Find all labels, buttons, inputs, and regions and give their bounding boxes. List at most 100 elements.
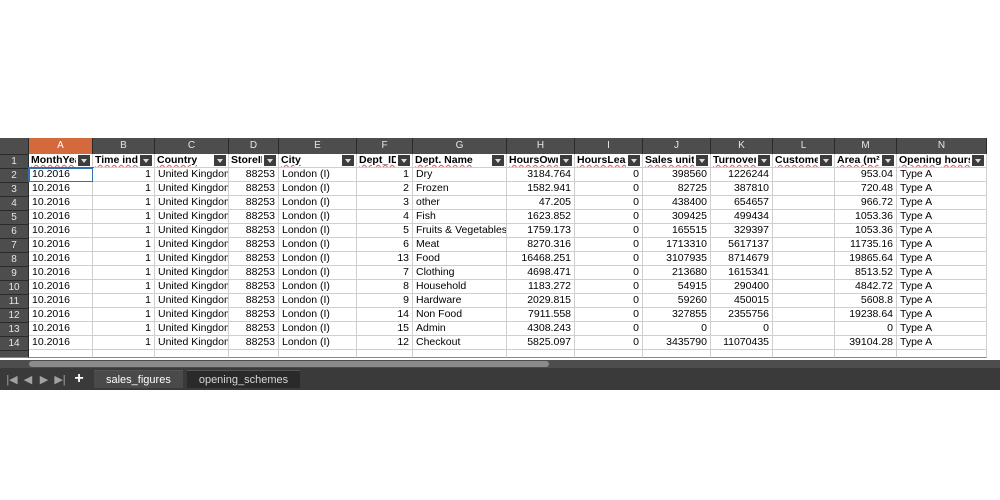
column-header-E[interactable]: E [279,138,357,154]
cell-B8[interactable]: 1 [93,252,155,266]
cell-I14[interactable]: 0 [575,336,643,350]
cell-N5[interactable]: Type A [897,210,987,224]
cell-N2[interactable]: Type A [897,168,987,182]
tab-nav-first[interactable]: |◀ [4,370,20,388]
cell-A4[interactable]: 10.2016 [29,196,93,210]
cell-I8[interactable]: 0 [575,252,643,266]
cell-B3[interactable]: 1 [93,182,155,196]
cell-C8[interactable]: United Kingdom [155,252,229,266]
header-cell-L[interactable]: Customer [773,154,835,168]
cell-E9[interactable]: London (I) [279,266,357,280]
cell-A11[interactable]: 10.2016 [29,294,93,308]
cell-L8[interactable] [773,252,835,266]
cell-M3[interactable]: 720.48 [835,182,897,196]
cell-E12[interactable]: London (I) [279,308,357,322]
header-cell-F[interactable]: Dept_ID [357,154,413,168]
cell-D6[interactable]: 88253 [229,224,279,238]
filter-dropdown-icon[interactable] [398,155,410,166]
cell-L7[interactable] [773,238,835,252]
cell-D2[interactable]: 88253 [229,168,279,182]
cell-N7[interactable]: Type A [897,238,987,252]
cell-G2[interactable]: Dry [413,168,507,182]
cell-D8[interactable]: 88253 [229,252,279,266]
cell-F5[interactable]: 4 [357,210,413,224]
cell-K4[interactable]: 654657 [711,196,773,210]
cell-E14[interactable]: London (I) [279,336,357,350]
cell-J8[interactable]: 3107935 [643,252,711,266]
cell-C6[interactable]: United Kingdom [155,224,229,238]
tab-nav-last[interactable]: ▶| [52,370,68,388]
cell-D13[interactable]: 88253 [229,322,279,336]
cell-partial-M[interactable] [835,350,897,358]
header-cell-A[interactable]: MonthYear [29,154,93,168]
filter-dropdown-icon[interactable] [882,155,894,166]
cell-H10[interactable]: 1183.272 [507,280,575,294]
cell-I12[interactable]: 0 [575,308,643,322]
row-header-partial[interactable] [0,350,29,358]
cell-D4[interactable]: 88253 [229,196,279,210]
scrollbar-thumb[interactable] [29,361,549,367]
header-cell-B[interactable]: Time index [93,154,155,168]
row-header-13[interactable]: 13 [0,322,29,336]
cell-L5[interactable] [773,210,835,224]
column-header-M[interactable]: M [835,138,897,154]
cell-G4[interactable]: other [413,196,507,210]
cell-partial-L[interactable] [773,350,835,358]
cell-H13[interactable]: 4308.243 [507,322,575,336]
cell-I4[interactable]: 0 [575,196,643,210]
cell-I3[interactable]: 0 [575,182,643,196]
cell-N6[interactable]: Type A [897,224,987,238]
cell-I6[interactable]: 0 [575,224,643,238]
filter-dropdown-icon[interactable] [628,155,640,166]
cell-L14[interactable] [773,336,835,350]
cell-E2[interactable]: London (I) [279,168,357,182]
cell-B13[interactable]: 1 [93,322,155,336]
cell-partial-J[interactable] [643,350,711,358]
filter-dropdown-icon[interactable] [78,155,90,166]
tab-nav-next[interactable]: ▶ [36,370,52,388]
cell-C3[interactable]: United Kingdom [155,182,229,196]
cell-H2[interactable]: 3184.764 [507,168,575,182]
cell-A9[interactable]: 10.2016 [29,266,93,280]
cell-partial-G[interactable] [413,350,507,358]
column-header-I[interactable]: I [575,138,643,154]
row-header-1[interactable]: 1 [0,154,29,168]
cell-C12[interactable]: United Kingdom [155,308,229,322]
cell-N11[interactable]: Type A [897,294,987,308]
filter-dropdown-icon[interactable] [820,155,832,166]
cell-J12[interactable]: 327855 [643,308,711,322]
cell-D12[interactable]: 88253 [229,308,279,322]
cell-H5[interactable]: 1623.852 [507,210,575,224]
cell-partial-E[interactable] [279,350,357,358]
cell-H14[interactable]: 5825.097 [507,336,575,350]
cell-C10[interactable]: United Kingdom [155,280,229,294]
cell-M13[interactable]: 0 [835,322,897,336]
cell-partial-D[interactable] [229,350,279,358]
header-cell-N[interactable]: Opening hours [897,154,987,168]
cell-B7[interactable]: 1 [93,238,155,252]
cell-F4[interactable]: 3 [357,196,413,210]
cell-K13[interactable]: 0 [711,322,773,336]
cell-B10[interactable]: 1 [93,280,155,294]
cell-A3[interactable]: 10.2016 [29,182,93,196]
cell-F10[interactable]: 8 [357,280,413,294]
cell-B12[interactable]: 1 [93,308,155,322]
header-cell-H[interactable]: HoursOwn [507,154,575,168]
cell-J6[interactable]: 165515 [643,224,711,238]
cell-A10[interactable]: 10.2016 [29,280,93,294]
cell-B9[interactable]: 1 [93,266,155,280]
cell-B4[interactable]: 1 [93,196,155,210]
cell-A12[interactable]: 10.2016 [29,308,93,322]
cell-I5[interactable]: 0 [575,210,643,224]
cell-N14[interactable]: Type A [897,336,987,350]
cell-A5[interactable]: 10.2016 [29,210,93,224]
cell-E4[interactable]: London (I) [279,196,357,210]
cell-partial-N[interactable] [897,350,987,358]
header-cell-C[interactable]: Country [155,154,229,168]
row-header-2[interactable]: 2 [0,168,29,182]
cell-A2[interactable]: 10.2016 [29,168,93,182]
cell-B5[interactable]: 1 [93,210,155,224]
cell-F11[interactable]: 9 [357,294,413,308]
cell-C4[interactable]: United Kingdom [155,196,229,210]
cell-H11[interactable]: 2029.815 [507,294,575,308]
